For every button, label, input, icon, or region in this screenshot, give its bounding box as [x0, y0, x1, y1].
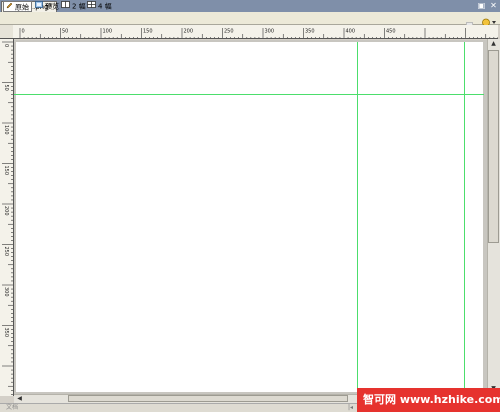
ruler-tick-label: 200 [184, 29, 194, 35]
nav-arrows[interactable]: |◂ [348, 404, 353, 411]
horizontal-ruler[interactable]: 0 50 100 150 200 250 300 350 400 450 [13, 25, 498, 39]
two-up-view-label: 2 幅 [72, 2, 86, 11]
nav-arrow-icon: |◂ [348, 404, 354, 411]
ruler-tick-label: 250 [3, 247, 9, 257]
ruler-tick-label: 200 [3, 206, 9, 216]
original-view-button[interactable]: 原始 [3, 1, 32, 12]
scroll-left-button[interactable]: ◀ [15, 395, 24, 403]
vertical-ruler-ticks: 0 50 100 150 200 250 300 350 [2, 41, 13, 395]
ruler-tick-label: 250 [224, 29, 234, 35]
four-up-view-label: 4 幅 [98, 2, 112, 11]
preview-icon [35, 1, 43, 12]
ruler-tick-label: 450 [386, 29, 396, 35]
ruler-tick-label: 400 [346, 29, 356, 35]
view-toolbar [0, 12, 500, 25]
restore-window-button[interactable]: ▣ [477, 1, 486, 10]
pencil-icon [6, 2, 13, 13]
arrow-left-icon: ◀ [17, 395, 22, 402]
two-up-view-button[interactable]: 2 幅 [61, 1, 86, 12]
four-up-view-button[interactable]: 4 幅 [87, 1, 112, 12]
ruler-tick-label: 100 [103, 29, 113, 35]
ruler-tick-label: 100 [3, 125, 9, 135]
ruler-tick-label: 50 [62, 29, 68, 35]
horizontal-ruler-ticks: 0 50 100 150 200 250 300 350 400 450 [19, 28, 498, 38]
two-up-icon [61, 1, 70, 12]
ruler-tick-label: 0 [3, 44, 9, 47]
status-text: 文档 [6, 404, 19, 411]
restore-icon: ▣ [477, 1, 486, 10]
options-menu-button[interactable] [481, 13, 497, 27]
watermark-text: 智可网 www.hzhike.com [363, 393, 500, 406]
original-view-label: 原始 [15, 3, 29, 12]
vertical-ruler[interactable]: 0 50 100 150 200 250 300 350 [0, 39, 14, 396]
horizontal-scroll-thumb[interactable] [68, 395, 348, 402]
four-up-icon [87, 1, 96, 12]
close-icon: ✕ [490, 1, 497, 10]
ruler-corner [0, 25, 14, 39]
ruler-tick-label: 0 [22, 29, 25, 35]
ruler-tick-label: 350 [3, 328, 9, 338]
ruler-tick-label: 300 [265, 29, 275, 35]
vertical-scroll-thumb[interactable] [488, 50, 499, 243]
export-button[interactable] [465, 14, 474, 27]
scroll-up-button[interactable]: ▲ [489, 40, 498, 48]
ruler-tick-label: 300 [3, 287, 9, 297]
ruler-tick-label: 350 [305, 29, 315, 35]
ruler-tick-label: 50 [3, 85, 9, 91]
horizontal-guide[interactable] [14, 94, 484, 95]
ruler-tick-label: 150 [3, 166, 9, 176]
preview-view-button[interactable]: 预览 [35, 1, 59, 12]
close-document-button[interactable]: ✕ [489, 1, 498, 10]
arrow-up-icon: ▲ [491, 40, 496, 47]
ruler-tick-label: 150 [143, 29, 153, 35]
preview-view-label: 预览 [45, 2, 59, 11]
